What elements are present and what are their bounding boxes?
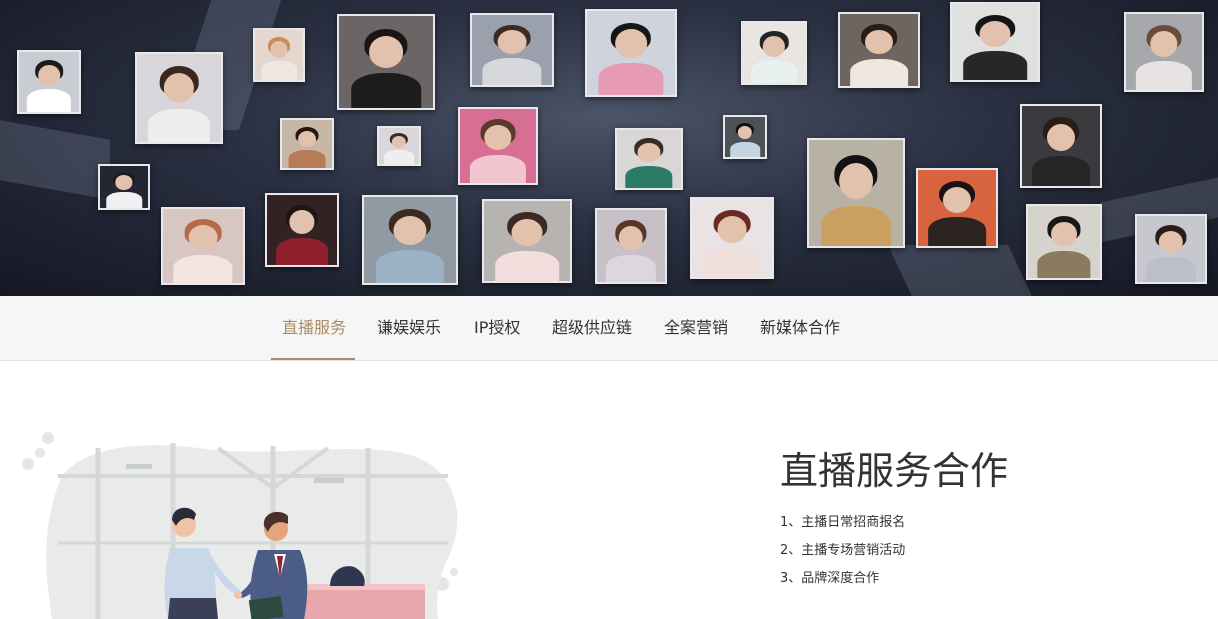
handshake-illustration <box>22 432 458 619</box>
portrait-photo <box>585 9 677 97</box>
list-item: 2、主播专场营销活动 <box>780 543 906 558</box>
portrait-photo <box>615 128 683 190</box>
portrait-photo <box>458 107 538 185</box>
tab-new-media[interactable]: 新媒体合作 <box>760 296 840 360</box>
tab-live-service[interactable]: 直播服务 <box>282 296 346 360</box>
tab-supply-chain[interactable]: 超级供应链 <box>552 296 632 360</box>
tab-ip-license[interactable]: IP授权 <box>474 296 520 360</box>
list-item: 3、品牌深度合作 <box>780 571 880 586</box>
portrait-photo <box>741 21 807 85</box>
portrait-photo <box>690 197 774 279</box>
portrait-photo <box>337 14 435 110</box>
active-tab-indicator <box>271 358 355 360</box>
portrait-photo <box>723 115 767 159</box>
portrait-photo <box>950 2 1040 82</box>
portrait-photo <box>1020 104 1102 188</box>
portrait-photo <box>17 50 81 114</box>
portrait-photo <box>362 195 458 285</box>
portrait-photo <box>161 207 245 285</box>
tab-entertainment[interactable]: 谦娱娱乐 <box>377 296 441 360</box>
portrait-photo <box>377 126 421 166</box>
portrait-photo <box>98 164 150 210</box>
portrait-photo <box>1135 214 1207 284</box>
list-item: 1、主播日常招商报名 <box>780 515 906 530</box>
tab-bar: 直播服务 谦娱娱乐 IP授权 超级供应链 全案营销 新媒体合作 <box>0 296 1218 361</box>
decorative-shard <box>888 245 1032 296</box>
portrait-photo <box>265 193 339 267</box>
portrait-photo <box>470 13 554 87</box>
service-list: 1、主播日常招商报名 2、主播专场营销活动 3、品牌深度合作 <box>780 512 905 596</box>
tab-full-marketing[interactable]: 全案营销 <box>664 296 728 360</box>
portrait-photo <box>916 168 998 248</box>
portrait-photo <box>253 28 305 82</box>
portrait-photo <box>807 138 905 248</box>
hero-banner <box>0 0 1218 296</box>
portrait-photo <box>1124 12 1204 92</box>
portrait-photo <box>595 208 667 284</box>
portrait-photo <box>482 199 572 283</box>
portrait-photo <box>838 12 920 88</box>
portrait-photo <box>1026 204 1102 280</box>
decorative-shard <box>0 120 110 200</box>
portrait-photo <box>135 52 223 144</box>
portrait-photo <box>280 118 334 170</box>
section-title: 直播服务合作 <box>780 449 1009 493</box>
